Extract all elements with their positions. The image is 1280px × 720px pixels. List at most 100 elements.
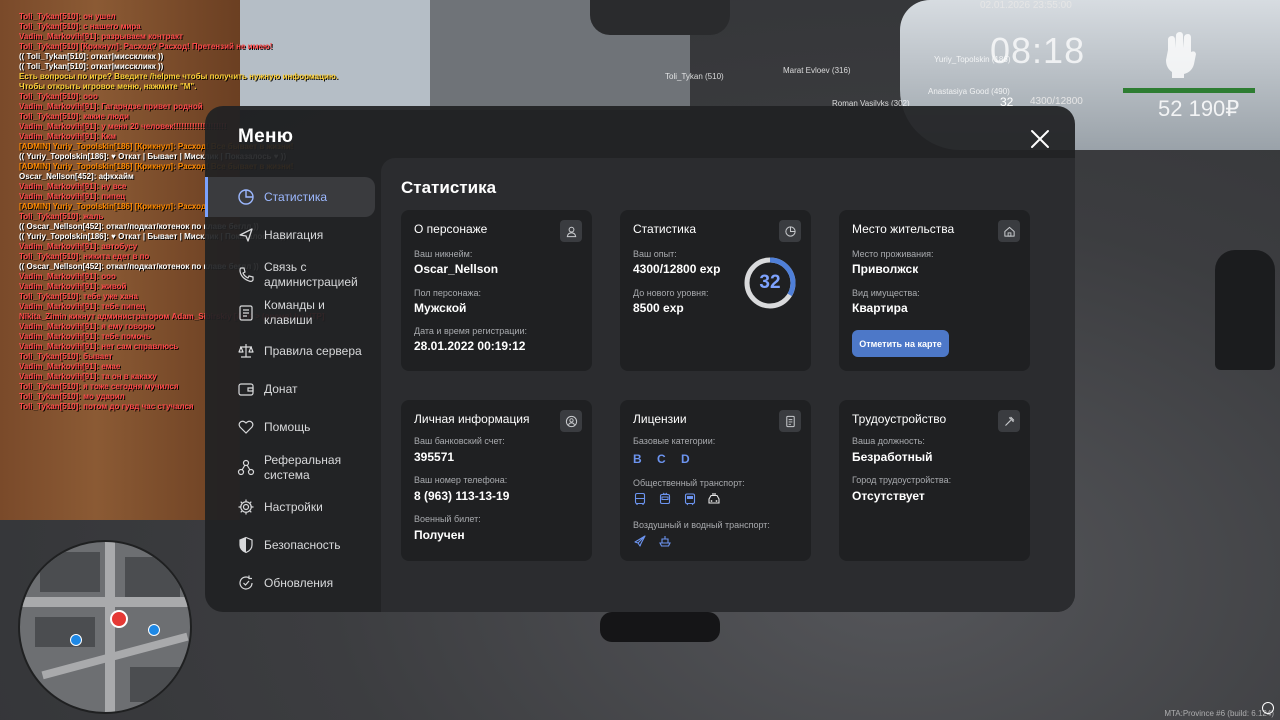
- card-title: Трудоустройство: [852, 412, 947, 426]
- exp-value: 4300/12800 exp: [633, 262, 721, 276]
- mark-on-map-button[interactable]: Отметить на карте: [852, 330, 949, 357]
- card-title: Статистика: [633, 222, 697, 236]
- sidebar-item-label: Навигация: [264, 227, 324, 242]
- phone-label: Ваш номер телефона:: [414, 475, 508, 485]
- gear-icon: [237, 498, 255, 516]
- tram-icon: [683, 492, 697, 506]
- page-title: Статистика: [401, 178, 497, 197]
- next-level-label: До нового уровня:: [633, 288, 709, 298]
- hud-clock: 08:18: [990, 30, 1086, 71]
- sidebar-item-navigation[interactable]: Навигация: [205, 218, 375, 252]
- boat-icon: [658, 534, 672, 548]
- sidebar-item-referral[interactable]: Реферальная система: [205, 450, 375, 486]
- close-icon[interactable]: [1027, 126, 1053, 152]
- exp-label: Ваш опыт:: [633, 249, 677, 259]
- character-card: О персонаже Ваш никнейм: Oscar_Nellson П…: [401, 210, 592, 371]
- public-transport-label: Общественный транспорт:: [633, 478, 745, 488]
- bank-label: Ваш банковский счет:: [414, 436, 505, 446]
- wallet-icon: [237, 380, 255, 398]
- scales-icon: [237, 342, 255, 360]
- phone-icon: [237, 266, 255, 284]
- health-bar: [1123, 88, 1255, 93]
- map-block: [35, 617, 95, 647]
- phone-value: 8 (963) 113-13-19: [414, 489, 510, 503]
- trolleybus-icon: [658, 492, 672, 506]
- chat-line: Toli_Tykan[510] [Крикнул]: Расход? Расхо…: [19, 42, 273, 51]
- property-label: Вид имущества:: [852, 288, 920, 298]
- id-icon: [560, 410, 582, 432]
- user-icon: [560, 220, 582, 242]
- nametag: Marat Evloev (316): [783, 66, 851, 75]
- card-title: Лицензии: [633, 412, 687, 426]
- employment-card: Трудоустройство Ваша должность: Безработ…: [839, 400, 1030, 561]
- pie-chart-icon: [237, 188, 255, 206]
- base-categories-label: Базовые категории:: [633, 436, 716, 446]
- network-icon: [237, 459, 255, 477]
- chat-line: Есть вопросы по игре? Введите /helpme чт…: [19, 72, 339, 81]
- heart-hand-icon: [237, 418, 255, 436]
- sidebar-item-help[interactable]: Помощь: [205, 412, 375, 442]
- license-icon: [779, 410, 801, 432]
- card-title: О персонаже: [414, 222, 488, 236]
- registration-value: 28.01.2022 00:19:12: [414, 339, 526, 353]
- military-value: Получен: [414, 528, 465, 542]
- game-menu-window: Меню Статистика Навигация Связь с админи…: [205, 106, 1075, 612]
- sidebar-item-label: Связь с администрацией: [264, 260, 358, 289]
- sidebar-item-label: Команды и клавиши: [264, 298, 325, 327]
- sidebar-item-label: Донат: [264, 381, 298, 396]
- nickname-value: Oscar_Nellson: [414, 262, 499, 276]
- level-value: 32: [759, 272, 781, 293]
- settings-corner-icon: [1262, 702, 1274, 714]
- position-label: Ваша должность:: [852, 436, 925, 446]
- nickname-label: Ваш никнейм:: [414, 249, 473, 259]
- card-title: Личная информация: [414, 412, 530, 426]
- chat-line: Vadim_Markovih[91]: разрываем контракт: [19, 32, 183, 41]
- gender-label: Пол персонажа:: [414, 288, 482, 298]
- licenses-card: Лицензии Базовые категории: B C D Общест…: [620, 400, 811, 561]
- work-city-label: Город трудоустройства:: [852, 475, 952, 485]
- sidebar-item-admin-contact[interactable]: Связь с администрацией: [205, 258, 375, 292]
- menu-title: Меню: [238, 126, 294, 147]
- home-icon: [998, 220, 1020, 242]
- residence-card: Место жительства Место проживания: Приво…: [839, 210, 1030, 371]
- map-road: [105, 542, 115, 712]
- sidebar-item-label: Реферальная система: [264, 453, 342, 482]
- chat-line: (( Toli_Tykan[510]: откат|мисскликк )): [19, 62, 164, 71]
- blip-icon: [148, 624, 160, 636]
- sidebar-item-rules[interactable]: Правила сервера: [205, 336, 375, 366]
- personal-info-card: Личная информация Ваш банковский счет: 3…: [401, 400, 592, 561]
- chat-line: Чтобы открыть игровое меню, нажмите "M".: [19, 82, 197, 91]
- document-icon: [237, 304, 255, 322]
- sidebar-item-statistics[interactable]: Статистика: [205, 177, 375, 217]
- build-info: MTA:Province #6 (build: 6.124): [1164, 709, 1274, 718]
- minimap: [18, 540, 192, 714]
- next-level-value: 8500 exp: [633, 301, 684, 315]
- air-water-label: Воздушный и водный транспорт:: [633, 520, 770, 530]
- chat-line: (( Toli_Tykan[510]: откат|мисскликк )): [19, 52, 164, 61]
- work-city-value: Отсутствует: [852, 489, 925, 503]
- city-value: Приволжск: [852, 262, 919, 276]
- chat-line: Toli_Tykan[510]: ооо: [19, 92, 98, 101]
- player-marker-icon: [110, 610, 128, 628]
- hammer-icon: [998, 410, 1020, 432]
- taxi-icon: [707, 492, 721, 506]
- chat-line: Toli_Tykan[510]: он ушел: [19, 12, 116, 21]
- sidebar-item-label: Настройки: [264, 499, 323, 514]
- map-block: [40, 552, 100, 592]
- sidebar-item-settings[interactable]: Настройки: [205, 492, 375, 522]
- bank-value: 395571: [414, 450, 455, 464]
- map-block: [130, 667, 180, 702]
- sidebar-item-donate[interactable]: Донат: [205, 374, 375, 404]
- navigation-icon: [237, 226, 255, 244]
- sidebar-item-label: Правила сервера: [264, 343, 362, 358]
- sidebar-item-security[interactable]: Безопасность: [205, 530, 375, 560]
- refresh-icon: [237, 574, 255, 592]
- sidebar-item-label: Помощь: [264, 419, 311, 434]
- bus-icon: [633, 492, 647, 506]
- sidebar-item-updates[interactable]: Обновления: [205, 568, 375, 598]
- sidebar-item-commands[interactable]: Команды и клавиши: [205, 296, 375, 330]
- fist-icon: [1160, 30, 1200, 78]
- position-value: Безработный: [852, 450, 933, 464]
- city-label: Место проживания:: [852, 249, 934, 259]
- player-feet: [600, 612, 720, 642]
